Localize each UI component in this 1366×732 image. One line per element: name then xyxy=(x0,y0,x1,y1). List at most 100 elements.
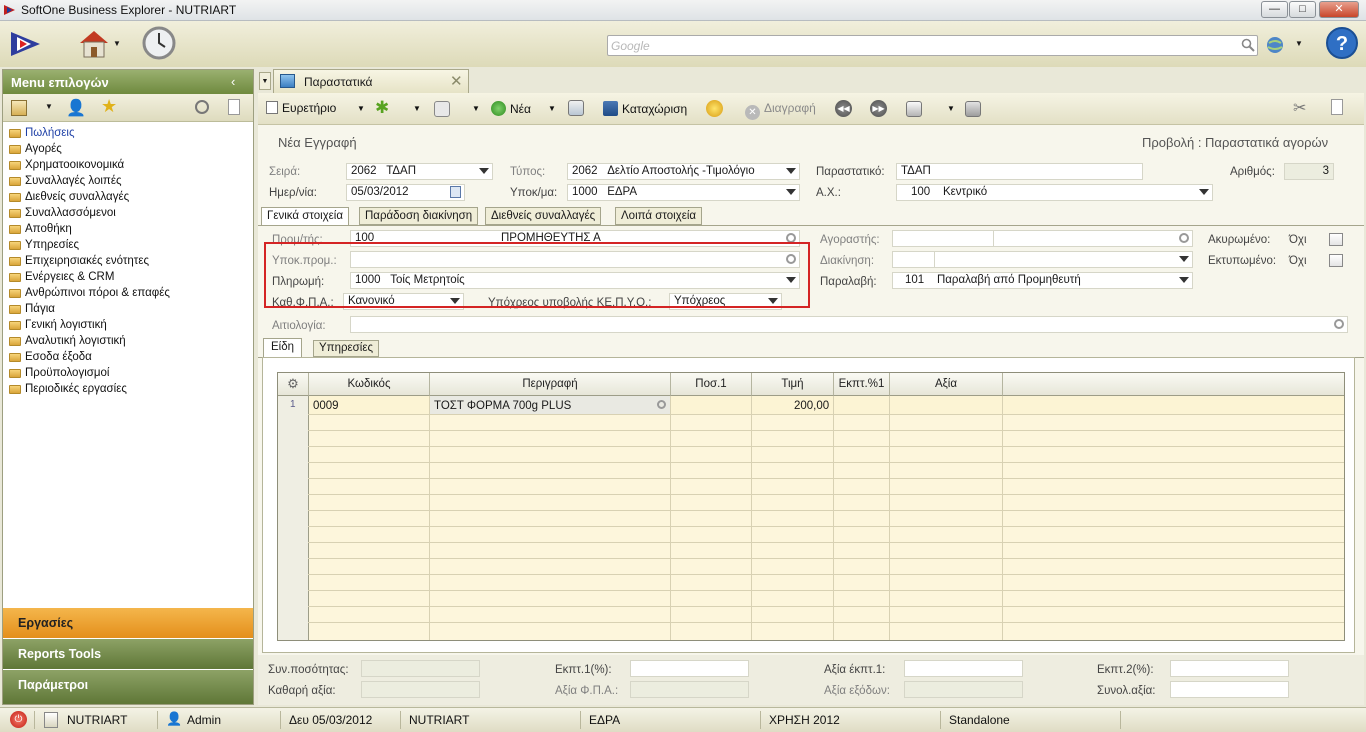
menu-item-hr[interactable]: Ανθρώπινοι πόροι & επαφές xyxy=(9,285,249,301)
lookup-icon[interactable] xyxy=(1334,319,1344,329)
discount1-value-field[interactable] xyxy=(904,660,1023,677)
col-value[interactable]: Αξία xyxy=(890,373,1003,396)
menu-item-analytic-ledger[interactable]: Αναλυτική λογιστική xyxy=(9,333,249,349)
col-description[interactable]: Περιγραφή xyxy=(430,373,671,396)
web-search-icon[interactable] xyxy=(1265,35,1287,57)
menu-item-crm[interactable]: Ενέργειες & CRM xyxy=(9,269,249,285)
tab-general[interactable]: Γενικά στοιχεία xyxy=(261,207,350,226)
minimize-button[interactable]: — xyxy=(1261,1,1288,18)
next-record-icon[interactable]: ▶▶ xyxy=(870,100,887,117)
softone-logo-icon[interactable] xyxy=(8,26,44,62)
section-reports-tools[interactable]: Reports Tools xyxy=(3,639,253,669)
user-icon[interactable]: 👤 xyxy=(66,98,86,118)
favorites-star-icon[interactable]: ★ xyxy=(101,96,117,117)
web-search-dropdown-icon[interactable]: ▼ xyxy=(1295,39,1303,48)
col-discount[interactable]: Εκπτ.%1 xyxy=(834,373,890,396)
printed-checkbox[interactable] xyxy=(1329,254,1343,267)
receipt-field[interactable]: 101 Παραλαβή από Προμηθευτή xyxy=(892,272,1193,289)
lookup-icon[interactable] xyxy=(1179,233,1189,243)
grid-settings-header[interactable]: ⚙ xyxy=(278,373,309,396)
page-icon[interactable] xyxy=(228,99,240,115)
index-dropdown-icon[interactable]: ▼ xyxy=(357,104,365,113)
chevron-down-icon[interactable] xyxy=(1199,189,1209,195)
close-button[interactable]: ✕ xyxy=(1319,1,1359,18)
cell-code[interactable]: 0009 xyxy=(313,400,339,412)
menu-item-international[interactable]: Διεθνείς συναλλαγές xyxy=(9,189,249,205)
index-button[interactable]: Ευρετήριο xyxy=(266,101,336,115)
menu-item-periodic-tasks[interactable]: Περιοδικές εργασίες xyxy=(9,381,249,397)
menu-item-budgets[interactable]: Προϋπολογισμοί xyxy=(9,365,249,381)
warehouse-field[interactable]: 100 Κεντρικό xyxy=(896,184,1213,201)
tab-documents[interactable]: Παραστατικά ✕ xyxy=(273,69,469,93)
series-field[interactable]: 2062 ΤΔΑΠ xyxy=(346,163,493,180)
date-field[interactable]: 05/03/2012 xyxy=(346,184,465,201)
help-icon[interactable]: ? xyxy=(1325,26,1359,60)
discount1-field[interactable] xyxy=(630,660,749,677)
section-tasks[interactable]: Εργασίες xyxy=(3,608,253,638)
google-search-input[interactable]: Google xyxy=(607,35,1258,56)
gear-icon[interactable]: ⚙ xyxy=(287,376,299,391)
subtab-items[interactable]: Είδη xyxy=(263,338,303,358)
discount2-field[interactable] xyxy=(1170,660,1289,677)
star-icon[interactable]: ✱ xyxy=(375,98,389,118)
buyer-field[interactable] xyxy=(892,230,1193,247)
subtab-services[interactable]: Υπηρεσίες xyxy=(313,340,379,357)
col-code[interactable]: Κωδικός xyxy=(309,373,430,396)
menu-item-other-transactions[interactable]: Συναλλαγές λοιπές xyxy=(9,173,249,189)
search-icon[interactable] xyxy=(1241,38,1255,52)
menu-item-income-expenses[interactable]: Εσοδα έξοδα xyxy=(9,349,249,365)
tab-other[interactable]: Λοιπά στοιχεία xyxy=(615,207,703,225)
chevron-down-icon[interactable] xyxy=(479,168,489,174)
delete-button[interactable]: ✕ Διαγραφή xyxy=(745,101,816,120)
collapse-panel-icon[interactable]: ‹ xyxy=(231,74,235,89)
col-qty[interactable]: Ποσ.1 xyxy=(671,373,752,396)
home-dropdown-icon[interactable]: ▼ xyxy=(113,39,121,48)
print-icon[interactable] xyxy=(906,101,922,117)
chevron-down-icon[interactable] xyxy=(1179,277,1189,283)
new-button[interactable]: Νέα xyxy=(491,101,531,116)
page-icon[interactable] xyxy=(1331,99,1343,115)
cell-description[interactable]: ΤΟΣΤ ΦΟΡΜΑ 700g PLUS xyxy=(434,400,571,412)
menu-item-traders[interactable]: Συναλλασσόμενοι xyxy=(9,205,249,221)
chevron-down-icon[interactable] xyxy=(786,189,796,195)
previous-record-icon[interactable]: ◀◀ xyxy=(835,100,852,117)
menu-item-warehouse[interactable]: Αποθήκη xyxy=(9,221,249,237)
copy-doc-icon[interactable] xyxy=(568,100,584,116)
clipboard-dropdown-icon[interactable]: ▼ xyxy=(45,102,53,111)
type-field[interactable]: 2062 Δελτίο Αποστολής -Τιμολόγιο xyxy=(567,163,800,180)
cell-price[interactable]: 200,00 xyxy=(794,400,829,412)
browse-dropdown-icon[interactable]: ▼ xyxy=(472,104,480,113)
document-field[interactable]: ΤΔΑΠ xyxy=(896,163,1143,180)
calendar-icon[interactable] xyxy=(450,186,461,198)
new-dropdown-icon[interactable]: ▼ xyxy=(548,104,556,113)
tools-icon[interactable]: ✂ xyxy=(1293,98,1306,118)
menu-item-services[interactable]: Υπηρεσίες xyxy=(9,237,249,253)
shipping-field[interactable] xyxy=(892,251,1193,268)
star-dropdown-icon[interactable]: ▼ xyxy=(413,104,421,113)
tab-list-dropdown-icon[interactable]: ▼ xyxy=(259,72,271,90)
menu-item-sales[interactable]: Πωλήσεις xyxy=(9,125,249,141)
tab-delivery[interactable]: Παράδοση διακίνηση xyxy=(359,207,479,225)
section-parameters[interactable]: Παράμετροι xyxy=(3,670,253,704)
status-bulb-icon[interactable] xyxy=(706,100,723,117)
clock-icon[interactable] xyxy=(141,25,177,61)
items-grid[interactable]: ⚙ Κωδικός Περιγραφή Ποσ.1 Τιμή Εκπτ.%1 Α… xyxy=(277,372,1345,641)
cancelled-checkbox[interactable] xyxy=(1329,233,1343,246)
home-icon[interactable] xyxy=(76,26,112,62)
save-button[interactable]: Καταχώριση xyxy=(603,101,687,116)
settings-icon[interactable] xyxy=(965,101,981,117)
chevron-down-icon[interactable] xyxy=(786,168,796,174)
lookup-icon[interactable] xyxy=(657,400,666,409)
col-price[interactable]: Τιμή xyxy=(752,373,834,396)
power-icon[interactable]: ⏻ xyxy=(10,711,27,728)
close-tab-icon[interactable]: ✕ xyxy=(450,72,463,90)
reason-field[interactable] xyxy=(350,316,1348,333)
print-dropdown-icon[interactable]: ▼ xyxy=(947,104,955,113)
menu-item-purchases[interactable]: Αγορές xyxy=(9,141,249,157)
branch-field[interactable]: 1000 ΕΔΡΑ xyxy=(567,184,800,201)
menu-item-general-ledger[interactable]: Γενική λογιστική xyxy=(9,317,249,333)
menu-item-business-units[interactable]: Επιχειρησιακές ενότητες xyxy=(9,253,249,269)
browse-icon[interactable] xyxy=(434,101,450,117)
clipboard-icon[interactable] xyxy=(11,100,27,116)
tab-international[interactable]: Διεθνείς συναλλαγές xyxy=(485,207,602,225)
